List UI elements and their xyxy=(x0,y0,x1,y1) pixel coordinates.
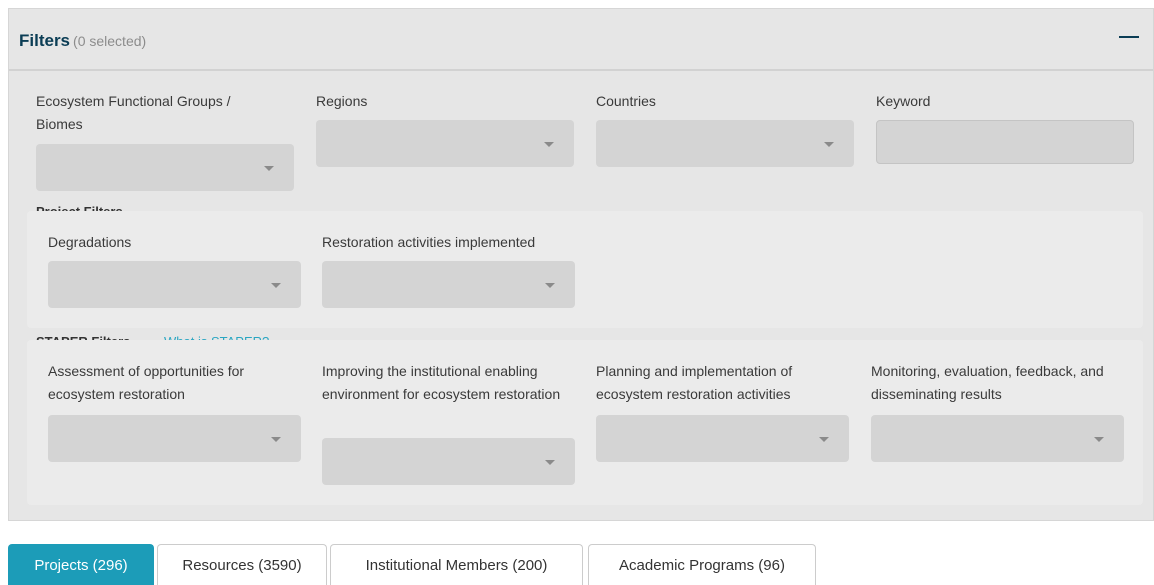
planning-label: Planning and implementation of ecosystem… xyxy=(596,363,793,402)
regions-select[interactable] xyxy=(316,120,574,167)
ecosystem-select[interactable] xyxy=(36,144,294,191)
tab-institutional-members[interactable]: Institutional Members (200) xyxy=(330,544,583,585)
institutional-label: Improving the institutional enabling env… xyxy=(322,363,561,402)
filters-title: Filters (0 selected) xyxy=(19,31,146,51)
tab-academic-programs[interactable]: Academic Programs (96) xyxy=(588,544,816,585)
tab-resources[interactable]: Resources (3590) xyxy=(157,544,327,585)
filters-title-text: Filters xyxy=(19,31,71,50)
assessment-label: Assessment of opportunities for ecosyste… xyxy=(48,363,245,402)
chevron-down-icon xyxy=(1094,437,1104,442)
chevron-down-icon xyxy=(819,437,829,442)
institutional-select[interactable] xyxy=(322,438,575,485)
countries-select[interactable] xyxy=(596,120,854,167)
chevron-down-icon xyxy=(271,437,281,442)
restoration-select[interactable] xyxy=(322,261,575,308)
chevron-down-icon xyxy=(545,460,555,465)
chevron-down-icon xyxy=(544,142,554,147)
keyword-input[interactable] xyxy=(876,120,1134,164)
chevron-down-icon xyxy=(824,142,834,147)
monitoring-label: Monitoring, evaluation, feedback, and di… xyxy=(871,363,1104,402)
chevron-down-icon xyxy=(264,166,274,171)
staper-filters-panel: Assessment of opportunities for ecosyste… xyxy=(27,340,1143,505)
keyword-label: Keyword xyxy=(876,93,931,109)
tab-projects[interactable]: Projects (296) xyxy=(8,544,154,585)
degradations-label: Degradations xyxy=(48,234,132,250)
filters-selected-count: (0 selected) xyxy=(73,33,147,49)
filters-header[interactable]: Filters (0 selected) xyxy=(9,9,1153,71)
regions-label: Regions xyxy=(316,93,368,109)
chevron-down-icon xyxy=(271,283,281,288)
minus-icon[interactable] xyxy=(1119,36,1139,38)
degradations-select[interactable] xyxy=(48,261,301,308)
restoration-label: Restoration activities implemented xyxy=(322,234,536,250)
ecosystem-label: Ecosystem Functional Groups / Biomes xyxy=(36,93,231,132)
planning-select[interactable] xyxy=(596,415,849,462)
chevron-down-icon xyxy=(545,283,555,288)
project-filters-panel: Degradations Restoration activities impl… xyxy=(27,211,1143,328)
countries-label: Countries xyxy=(596,93,656,109)
assessment-select[interactable] xyxy=(48,415,301,462)
monitoring-select[interactable] xyxy=(871,415,1124,462)
filters-panel: Filters (0 selected) Ecosystem Functional… xyxy=(8,8,1154,521)
